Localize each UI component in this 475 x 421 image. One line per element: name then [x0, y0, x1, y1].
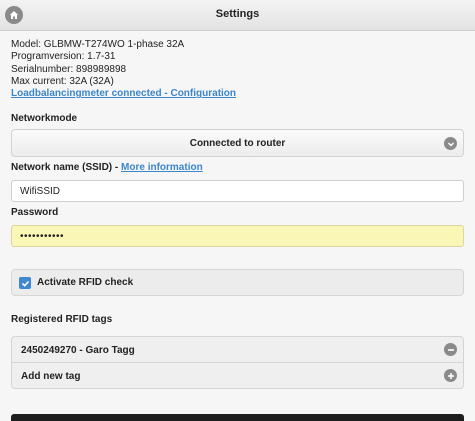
add-new-tag-label: Add new tag — [21, 371, 81, 382]
rfid-tag-list: 2450249270 - Garo Tagg Add new tag — [11, 336, 464, 389]
rfid-check-label: Activate RFID check — [37, 277, 134, 288]
networkmode-label: Networkmode — [11, 113, 78, 124]
registered-rfid-tags-label: Registered RFID tags — [11, 314, 113, 325]
networkmode-select[interactable]: Connected to router — [11, 129, 464, 157]
ssid-input[interactable] — [11, 180, 464, 202]
max-current-text: Max current: 32A (32A) — [11, 75, 114, 87]
ssid-label-text: Network name (SSID) - — [11, 162, 122, 173]
chevron-down-icon — [444, 137, 457, 150]
serial-number-text: Serialnumber: 898989898 — [11, 63, 127, 75]
networkmode-selected-value: Connected to router — [189, 138, 286, 149]
password-input[interactable] — [11, 225, 464, 247]
add-new-tag-item[interactable]: Add new tag — [12, 363, 463, 389]
rfid-checkbox[interactable] — [19, 277, 31, 289]
rfid-check-row[interactable]: Activate RFID check — [11, 269, 464, 296]
list-item[interactable]: 2450249270 - Garo Tagg — [12, 337, 463, 363]
save-button[interactable] — [11, 414, 464, 421]
page-title: Settings — [215, 8, 260, 20]
rfid-tag-label: 2450249270 - Garo Tagg — [21, 345, 135, 356]
more-information-link[interactable]: More information — [121, 162, 203, 173]
checkmark-icon — [21, 280, 29, 287]
program-version-text: Programversion: 1.7-31 — [11, 51, 116, 63]
header-bar: Settings — [0, 0, 475, 31]
password-label: Password — [11, 207, 59, 218]
minus-icon[interactable] — [444, 343, 457, 356]
loadbalancing-configuration-link[interactable]: Loadbalancingmeter connected - Configura… — [11, 88, 236, 100]
device-info: Model: GLBMW-T274WO 1-phase 32A Programv… — [11, 39, 236, 100]
model-text: Model: GLBMW-T274WO 1-phase 32A — [11, 39, 185, 50]
ssid-label: Network name (SSID) - More information — [11, 162, 203, 173]
plus-icon[interactable] — [444, 369, 457, 382]
